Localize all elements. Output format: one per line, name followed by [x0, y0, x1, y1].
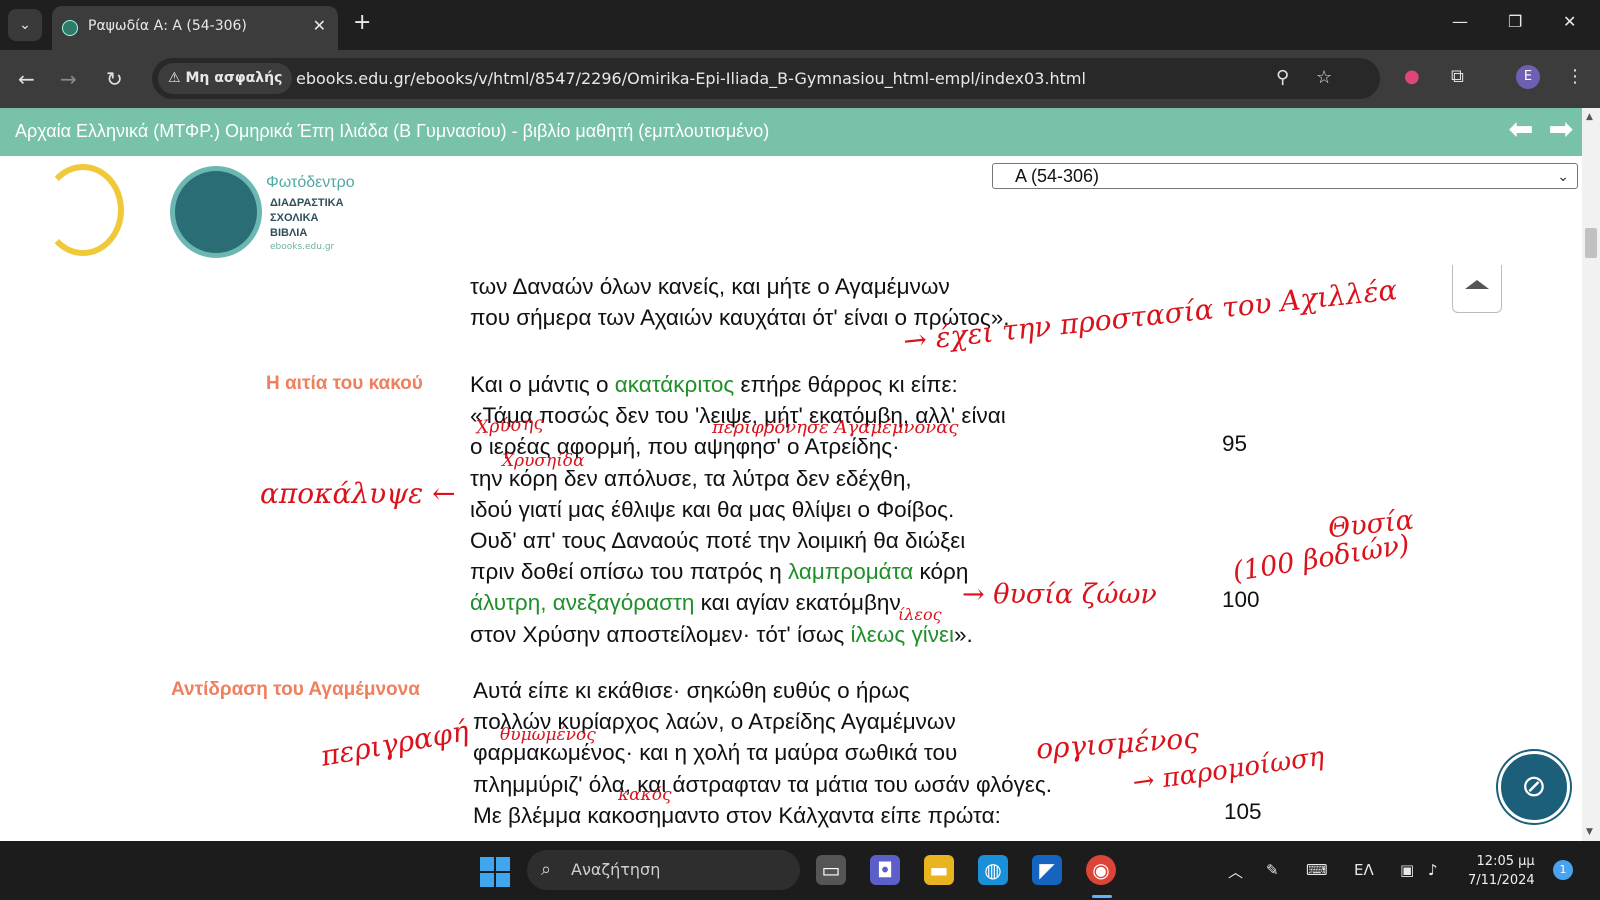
teams-icon[interactable]: ◘ [870, 855, 900, 885]
chrome-icon[interactable]: ◉ [1086, 855, 1116, 885]
chapter-select[interactable]: Α (54-306) ⌄ [992, 163, 1578, 189]
ink-annotation: κακός [618, 785, 672, 805]
security-warning-chip[interactable]: ⚠ Μη ασφαλής [158, 63, 293, 94]
ink-annotation: αποκάλυψε ← [260, 477, 456, 510]
close-tab-icon[interactable]: ✕ [313, 16, 326, 35]
previous-page-arrow-icon[interactable]: ⬅ [1503, 112, 1539, 148]
logo-subtitle: ΔΙΑΔΡΑΣΤΙΚΑ ΣΧΟΛΙΚΑ ΒΙΒΛΙΑ [270, 197, 344, 239]
photodentro-logo-icon[interactable] [170, 166, 262, 258]
scroll-up-icon[interactable]: ▲ [1586, 112, 1593, 122]
url-text[interactable]: ebooks.edu.gr/ebooks/v/html/8547/2296/Om… [296, 69, 1086, 88]
verse-line: των Δαναών όλων κανείς, και μήτε ο Αγαμέ… [470, 274, 950, 299]
tab-strip: ⌄ Ραψωδία Α: Α (54-306) ✕ + — ❐ ✕ [0, 0, 1600, 50]
close-window-icon[interactable]: ✕ [1563, 12, 1576, 31]
chapter-selected-value: Α (54-306) [1015, 166, 1100, 186]
warning-triangle-icon: ⚠ [168, 70, 186, 86]
glossary-term[interactable]: ακατάκριτος [615, 372, 735, 397]
search-icon: ⌕ [541, 859, 552, 880]
whiteboard-icon[interactable]: ◤ [1032, 855, 1062, 885]
restore-window-icon[interactable]: ❐ [1508, 12, 1522, 31]
tray-overflow-icon[interactable]: ︿ [1228, 861, 1243, 882]
network-icon[interactable]: ▣ [1400, 861, 1414, 879]
verse-line: Ουδ' απ' τους Δαναούς ποτέ την λοιμική θ… [470, 527, 966, 553]
glossary-term[interactable]: άλυτρη, ανεξαγόραστη [470, 590, 694, 615]
extension-icon[interactable]: ● [1404, 66, 1420, 87]
profile-avatar[interactable]: E [1516, 65, 1540, 89]
notification-badge[interactable]: 1 [1553, 860, 1573, 880]
keyboard-icon[interactable]: ⌨ [1306, 861, 1328, 879]
input-language[interactable]: ΕΛ [1354, 861, 1374, 879]
site-favicon-icon [62, 20, 78, 36]
accessibility-eye-icon[interactable]: ⊘ [1498, 751, 1570, 823]
bookmark-star-icon[interactable]: ☆ [1316, 67, 1332, 88]
volume-icon[interactable]: ♪ [1428, 861, 1438, 879]
verse-line: Αυτά είπε κι εκάθισε· σηκώθη ευθύς ο ήρω… [473, 678, 910, 703]
book-header: Αρχαία Ελληνικά (ΜΤΦΡ.) Ομηρικά Έπη Ιλιά… [0, 108, 1582, 156]
zoom-icon[interactable]: ⚲ [1276, 67, 1289, 88]
glossary-term[interactable]: ίλεως γίνει [851, 622, 954, 647]
chevron-down-icon: ⌄ [1557, 168, 1569, 184]
ink-annotation: περιφρόνησε Αγαμέμνονας [712, 417, 959, 438]
verse-line: ιδού γιατί μας έθλιψε και θα μας θλίψει … [470, 496, 955, 522]
tab-search-button[interactable]: ⌄ [8, 9, 42, 41]
book-title: Αρχαία Ελληνικά (ΜΤΦΡ.) Ομηρικά Έπη Ιλιά… [15, 121, 770, 141]
file-explorer-icon[interactable]: ▬ [924, 855, 954, 885]
more-menu-icon[interactable]: ⋮ [1566, 66, 1584, 87]
ink-annotation: (100 βοδιών) [1230, 529, 1412, 588]
line-number: 105 [1224, 799, 1262, 824]
scroll-to-top-button[interactable] [1452, 265, 1502, 313]
security-label: Μη ασφαλής [185, 70, 283, 86]
address-bar[interactable]: ⚠ Μη ασφαλής ebooks.edu.gr/ebooks/v/html… [152, 58, 1380, 99]
browser-tab[interactable]: Ραψωδία Α: Α (54-306) ✕ [52, 6, 338, 50]
chevron-down-icon: ⌄ [19, 17, 31, 33]
tab-title: Ραψωδία Α: Α (54-306) [88, 18, 247, 34]
extensions-puzzle-icon[interactable]: ⧉ [1451, 66, 1464, 87]
verse-line: πλημμύριζ' όλα, και άστραφταν τα μάτια τ… [473, 771, 1052, 797]
logo-bar: Φωτόδεντρο ΔΙΑΔΡΑΣΤΙΚΑ ΣΧΟΛΙΚΑ ΒΙΒΛΙΑ eb… [0, 156, 1582, 269]
page-scrollbar[interactable]: ▲ ▼ [1582, 108, 1600, 841]
logo-name: Φωτόδεντρο [266, 174, 355, 191]
verse-line: Με βλέμμα κακοσημαντο στον Κάλχαντα είπε… [473, 802, 1001, 828]
ink-annotation: Χρυσηίδα [502, 451, 585, 471]
verse-line: Και ο μάντις ο ακατάκριτος επήρε θάρρος … [470, 372, 958, 397]
line-number: 95 [1222, 431, 1248, 456]
back-arrow-icon[interactable]: ← [18, 67, 35, 91]
line-number: 100 [1222, 587, 1260, 612]
system-clock[interactable]: 12:05 μμ 7/11/2024 [1468, 852, 1535, 890]
windows-start-icon[interactable] [480, 857, 510, 887]
scroll-down-icon[interactable]: ▼ [1586, 827, 1593, 837]
task-view-icon[interactable]: ▭ [816, 855, 846, 885]
pen-icon[interactable]: ✎ [1266, 861, 1279, 879]
minimize-window-icon[interactable]: — [1452, 12, 1468, 31]
ink-annotation: ίλεος [898, 605, 942, 624]
active-app-indicator [1092, 895, 1112, 898]
verse-line: στον Χρύσην αποστείλομεν· τότ' ίσως ίλεω… [470, 621, 973, 647]
taskbar-search[interactable]: ⌕ Αναζήτηση [527, 850, 800, 890]
taskbar: ⌕ Αναζήτηση ▭ ◘ ▬ ◍ ◤ ◉ ︿ ✎ ⌨ ΕΛ ▣ ♪ 12:… [0, 841, 1600, 900]
browser-toolbar: ← → ↻ ⚠ Μη ασφαλής ebooks.edu.gr/ebooks/… [0, 50, 1600, 108]
search-placeholder: Αναζήτηση [571, 860, 661, 879]
ink-annotation: θυμωμένος [500, 725, 596, 745]
text-content: των Δαναών όλων κανείς, και μήτε ο Αγαμέ… [0, 265, 1582, 841]
next-page-arrow-icon[interactable]: ➡ [1543, 112, 1579, 148]
side-heading-cause: Η αιτία του κακού [266, 373, 423, 394]
scrollbar-thumb[interactable] [1585, 228, 1597, 258]
forward-arrow-icon[interactable]: → [60, 67, 77, 91]
ink-annotation: περιγραφή [318, 714, 472, 773]
ministry-logo [42, 164, 124, 256]
ink-annotation: → θυσία ζώων [962, 579, 1157, 610]
logo-url: ebooks.edu.gr [270, 242, 335, 252]
reload-icon[interactable]: ↻ [106, 67, 123, 91]
edge-icon[interactable]: ◍ [978, 855, 1008, 885]
glossary-term[interactable]: λαμπρομάτα [788, 559, 913, 584]
new-tab-button[interactable]: + [353, 12, 371, 34]
side-heading-reaction: Αντίδραση του Αγαμέμνονα [171, 679, 420, 700]
